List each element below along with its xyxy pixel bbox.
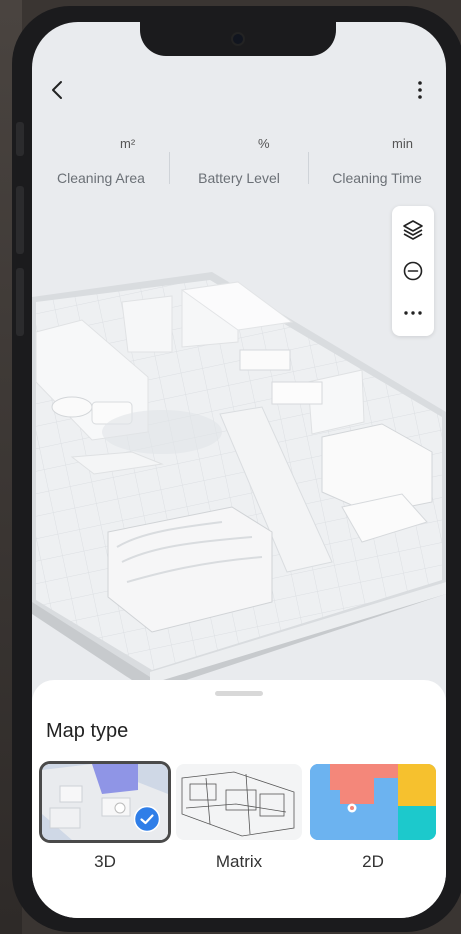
zoom-out-icon[interactable]: [401, 259, 425, 283]
map-type-option-3d[interactable]: [42, 764, 168, 840]
volume-down-button: [16, 268, 24, 336]
map-type-option-2d[interactable]: [310, 764, 436, 840]
map-type-label-matrix: Matrix: [215, 852, 263, 871]
layers-icon[interactable]: [401, 218, 425, 242]
stat-label: Cleaning Area: [57, 170, 145, 186]
front-camera: [233, 34, 243, 44]
stat-unit: m²: [120, 136, 136, 151]
thumbnail-matrix: [176, 764, 302, 840]
stat-battery-level: % Battery Level: [170, 130, 308, 190]
app-screen: m² Cleaning Area % Battery Level min Cle…: [32, 22, 446, 918]
divider: [169, 152, 170, 184]
check-circle-icon: [134, 806, 160, 832]
stat-label: Cleaning Time: [332, 170, 422, 186]
volume-up-button: [16, 186, 24, 254]
sheet-title: Map type: [46, 720, 129, 742]
sheet-drag-handle[interactable]: [215, 691, 263, 696]
divider: [308, 152, 309, 184]
stat-cleaning-area: m² Cleaning Area: [32, 130, 170, 190]
map-3d-view[interactable]: [32, 202, 446, 692]
map-type-sheet: Map type 3D Matrix 2D: [32, 680, 446, 918]
more-horizontal-icon[interactable]: [401, 301, 425, 325]
thumbnail-2d: [310, 764, 436, 840]
chevron-left-icon[interactable]: [46, 78, 70, 102]
stat-label: Battery Level: [198, 170, 280, 186]
more-vertical-icon[interactable]: [408, 78, 432, 102]
map-type-label-3d: 3D: [94, 852, 116, 871]
stat-unit: min: [392, 136, 413, 151]
notch: [140, 22, 336, 56]
stat-unit: %: [258, 136, 270, 151]
map-tools-panel: [392, 206, 434, 336]
stats-row: m² Cleaning Area % Battery Level min Cle…: [32, 130, 446, 190]
map-type-label-2d: 2D: [362, 852, 384, 871]
mute-switch: [16, 122, 24, 156]
map-type-option-matrix[interactable]: [176, 764, 302, 840]
stat-cleaning-time: min Cleaning Time: [308, 130, 446, 190]
top-bar: [32, 76, 446, 106]
